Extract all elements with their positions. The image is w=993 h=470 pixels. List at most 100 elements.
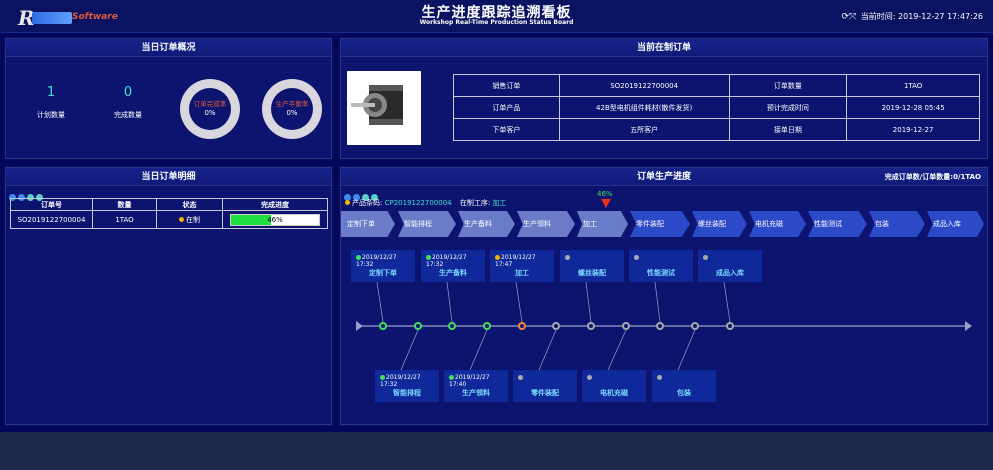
clock: ⟳⤧ 当前时间: 2019-12-27 17:47:26 [841,11,983,22]
info-label: 接单日期 [728,118,848,141]
clock-value: 2019-12-27 17:47:26 [898,12,983,21]
expand-icon[interactable]: ⟳⤧ [841,12,856,22]
event-name: 生产备料 [439,269,467,277]
event-time-row: 2019/12/27 17:32 [380,374,439,388]
done-count-value: 0 [123,85,133,100]
info-label: 销售订单 [453,74,560,97]
event-status-dot [587,375,592,380]
connector-line [654,281,661,323]
order-details-table: 订单号 数量 状态 完成进度 SO2019122700004 1TAO 在制 4… [10,198,328,229]
event-time-row [703,254,709,261]
footer-bar [0,432,993,470]
event-name: 性能测试 [647,269,675,277]
info-row: 下单客户 五所客户 接单日期 2019-12-27 [453,118,980,141]
event-card[interactable]: 2019/12/27 17:32 定制下单 [351,250,415,282]
event-time-row [587,374,593,381]
col-order: 订单号 [10,198,93,211]
event-time-row [518,374,524,381]
order-details-panel: 当日订单明细 订单号 数量 状态 完成进度 SO2019122700004 1T… [5,167,332,425]
motor-icon [351,85,403,125]
event-time: 2019/12/27 17:32 [356,254,397,268]
event-name: 螺丝装配 [578,269,606,277]
production-progress-panel: 订单生产进度 完成订单数/订单数量:0/1TAO 产品条码: CP2019122… [340,167,988,425]
event-status-dot [426,255,431,260]
clock-label: 当前时间: [860,12,896,21]
progress-cell: 46% [222,210,328,229]
event-status-dot [565,255,570,260]
event-card[interactable]: 包装 [652,370,716,402]
event-card[interactable]: 零件装配 [513,370,577,402]
timeline-pin-5 [518,322,526,330]
event-name: 电机充磁 [600,389,628,397]
timeline-pin-6 [552,322,560,330]
col-qty: 数量 [92,198,157,211]
info-label: 订单数量 [728,74,848,97]
order-cell: SO2019122700004 [10,210,93,229]
event-status-dot [495,255,500,260]
event-time-row [565,254,571,261]
completion-rate-label: 订单完成率 [193,100,227,108]
timeline-pin-4 [483,322,491,330]
connector-line [723,281,731,323]
connector-line [677,329,696,371]
connector-line [585,281,592,323]
event-card[interactable]: 2019/12/27 17:40 生产领料 [444,370,508,402]
done-count-stat: 0 完成数量 [98,85,158,120]
connector-line [515,281,523,323]
info-value: 42B型电机组件耗材(散件发货) [558,96,730,119]
info-value: 2019-12-28 05:45 [846,96,980,119]
done-count-label: 完成数量 [114,111,142,119]
timeline-pin-1 [379,322,387,330]
panel-title: 当前在制订单 [341,39,987,57]
timeline-pin-11 [726,322,734,330]
connector-line [400,329,419,371]
panel-title: 当日订单明细 [6,168,331,186]
event-card[interactable]: 电机充磁 [582,370,646,402]
timeline-pin-2 [414,322,422,330]
event-name: 零件装配 [531,389,559,397]
balance-rate-ring: 生产平衡率 0% [262,79,322,139]
event-card[interactable]: 性能测试 [629,250,693,282]
header-bar: R Software 生产进度跟踪追溯看板 Workshop Real-Time… [0,0,993,33]
event-card[interactable]: 2019/12/27 17:47 加工 [490,250,554,282]
timeline-pin-8 [622,322,630,330]
event-name: 加工 [515,269,529,277]
timeline-pin-10 [691,322,699,330]
event-status-dot [449,375,454,380]
event-time: 2019/12/27 17:32 [426,254,467,268]
qty-cell: 1TAO [92,210,157,229]
timeline-pin-3 [448,322,456,330]
order-overview-panel: 当日订单概况 1 计划数量 0 完成数量 订单完成率 0% 生产平衡率 0% [5,38,332,159]
timeline-pin-9 [656,322,664,330]
status-text: 在制 [186,215,200,224]
completion-rate-value: 0% [204,109,216,117]
event-card[interactable]: 成品入库 [698,250,762,282]
event-card[interactable]: 2019/12/27 17:32 智能排程 [375,370,439,402]
event-time-row: 2019/12/27 17:40 [449,374,508,388]
event-time-row: 2019/12/27 17:47 [495,254,554,268]
plan-count-label: 计划数量 [37,111,65,119]
connector-line [538,329,557,371]
info-value: 1TAO [846,74,980,97]
event-card[interactable]: 2019/12/27 17:32 生产备料 [421,250,485,282]
table-row[interactable]: SO2019122700004 1TAO 在制 46% [10,210,328,229]
event-time-row: 2019/12/27 17:32 [356,254,415,268]
event-status-dot [657,375,662,380]
event-time-row [634,254,640,261]
event-time: 2019/12/27 17:40 [449,374,490,388]
connector-line [607,329,627,371]
status-cell: 在制 [156,210,223,229]
info-value: 2019-12-27 [846,118,980,141]
plan-count-value: 1 [46,85,56,100]
event-card[interactable]: 螺丝装配 [560,250,624,282]
info-row: 订单产品 42B型电机组件耗材(散件发货) 预计完成时间 2019-12-28 05:… [453,96,980,119]
progress-bar: 46% [230,213,320,226]
event-time: 2019/12/27 17:47 [495,254,536,268]
event-name: 生产领料 [462,389,490,397]
info-value: 五所客户 [558,118,730,141]
timeline-pin-7 [587,322,595,330]
event-name: 智能排程 [393,389,421,397]
col-status: 状态 [156,198,223,211]
event-time-row [657,374,663,381]
event-time: 2019/12/27 17:32 [380,374,421,388]
